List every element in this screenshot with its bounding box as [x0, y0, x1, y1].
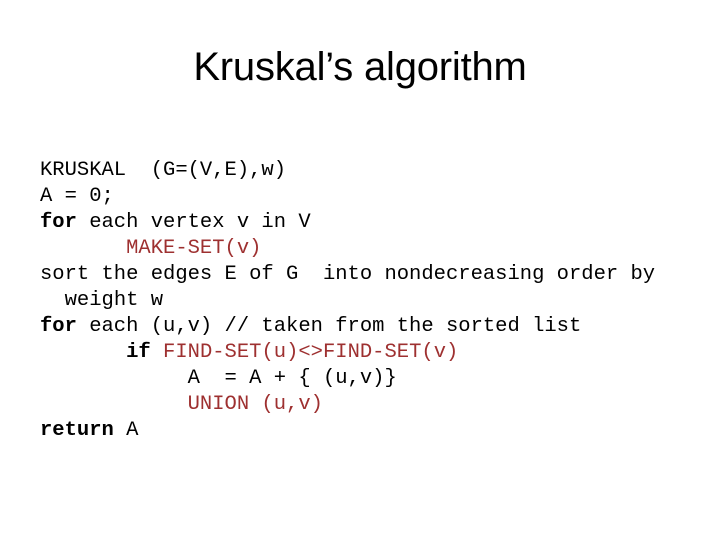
code-token-function: FIND-SET(u)<>FIND-SET(v) — [163, 341, 459, 364]
pseudocode-line: return A — [40, 418, 700, 444]
code-token-function: MAKE-SET(v) — [126, 237, 262, 260]
code-token-keyword: for — [40, 315, 77, 338]
pseudocode-line: A = A + { (u,v)} — [40, 366, 700, 392]
code-token-plain: A — [113, 419, 139, 442]
code-token-plain: A = A + { (u,v)} — [187, 367, 397, 390]
pseudocode-line: KRUSKAL (G=(V,E),w) — [40, 158, 700, 184]
code-token-plain: each (u,v) // taken from the sorted list — [76, 315, 582, 338]
pseudocode-line: sort the edges E of G into nondecreasing… — [40, 262, 700, 288]
slide-canvas: Kruskal’s algorithm KRUSKAL (G=(V,E),w) A… — [0, 0, 720, 540]
code-token-plain: A = 0; — [40, 185, 114, 208]
code-token-plain: weight w — [64, 289, 164, 312]
code-token-keyword: if — [126, 341, 151, 364]
code-token-plain: each vertex v in V — [76, 211, 311, 234]
page-title: Kruskal’s algorithm — [193, 45, 527, 89]
pseudocode-line: if FIND-SET(u)<>FIND-SET(v) — [40, 340, 700, 366]
pseudocode-line: weight w — [40, 288, 700, 314]
pseudocode-line: for each vertex v in V — [40, 210, 700, 236]
code-token-function: UNION (u,v) — [187, 393, 323, 416]
pseudocode-line: UNION (u,v) — [40, 392, 700, 418]
pseudocode-line: A = 0; — [40, 184, 700, 210]
code-token-plain: sort the edges E of G into nondecreasing… — [40, 263, 656, 286]
code-token-keyword: for — [40, 211, 77, 234]
code-token-plain: KRUSKAL (G=(V,E),w) — [40, 159, 287, 182]
pseudocode-block: KRUSKAL (G=(V,E),w) A = 0; for each vertex… — [40, 158, 700, 444]
pseudocode-line: MAKE-SET(v) — [40, 236, 700, 262]
pseudocode-line: for each (u,v) // taken from the sorted … — [40, 314, 700, 340]
code-token-keyword: return — [40, 419, 114, 442]
